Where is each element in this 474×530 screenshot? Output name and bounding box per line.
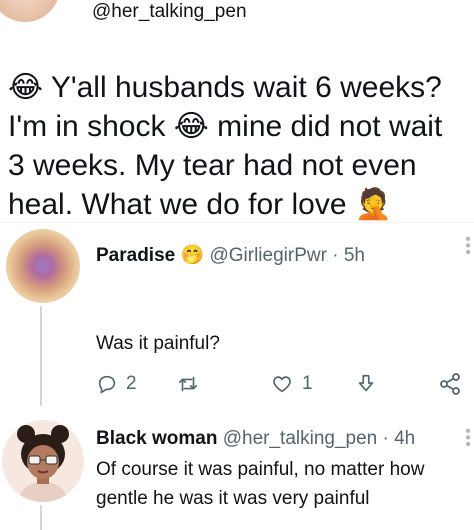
like-button[interactable]: 1 <box>270 368 313 400</box>
tweet-text: 😂 Y'all husbands wait 6 weeks? I'm in sh… <box>8 68 468 224</box>
reply-text: Of course it was painful, no matter how … <box>96 459 425 509</box>
tweet-line-3: 3 weeks. My tear had not even <box>8 149 417 182</box>
author-name[interactable]: Paradise <box>96 245 175 266</box>
author-handle-time[interactable]: @her_talking_pen · 4h <box>223 428 416 449</box>
reply-icon <box>98 375 116 394</box>
laughing-emoji-icon: 😂 <box>173 110 209 143</box>
avatar[interactable] <box>2 420 84 502</box>
share-button[interactable] <box>438 368 462 400</box>
thread-line <box>40 505 42 530</box>
top-handle[interactable]: @her_talking_pen <box>92 1 247 23</box>
tweet-line-4: heal. What we do for love 🤦 <box>8 185 468 224</box>
facepalm-emoji-icon: 🤦 <box>354 188 393 221</box>
reply-header: Paradise 🤭 @GirliegirPwr · 5h <box>96 243 365 267</box>
share-icon <box>440 373 460 395</box>
tweet-line-4-text: heal. What we do for love <box>8 188 355 221</box>
tweet-line-1: 😂 Y'all husbands wait 6 weeks? <box>8 68 468 107</box>
reply-header: Black woman @her_talking_pen · 4h <box>96 428 415 450</box>
thread-line <box>40 306 42 406</box>
bookmark-button[interactable] <box>355 368 377 400</box>
reply-button[interactable]: 2 <box>96 368 137 400</box>
top-avatar[interactable] <box>0 0 60 22</box>
tweet-line-1-text: Y'all husbands wait 6 weeks? <box>50 71 442 104</box>
retweet-icon <box>178 376 198 392</box>
cartoon-avatar-icon <box>2 420 84 502</box>
retweet-button[interactable] <box>176 368 200 400</box>
divider <box>0 222 474 223</box>
reply-text: Was it painful? <box>96 333 220 354</box>
tweet-line-2: I'm in shock 😂 mine did not wait <box>8 107 468 146</box>
laughing-emoji-icon: 😂 <box>8 71 44 104</box>
more-icon[interactable]: ••• <box>459 236 474 256</box>
bookmark-icon <box>358 374 374 392</box>
reply-count: 2 <box>126 373 137 394</box>
tweet-line-2-b: mine did not wait <box>208 110 443 143</box>
author-handle-time[interactable]: @GirliegirPwr · 5h <box>209 245 364 266</box>
more-icon[interactable]: ••• <box>459 428 474 448</box>
author-name[interactable]: Black woman <box>96 428 217 449</box>
hand-over-mouth-emoji-icon: 🤭 <box>180 245 205 266</box>
tweet-line-2-a: I'm in shock <box>8 110 174 143</box>
avatar[interactable] <box>6 229 80 303</box>
heart-icon <box>273 376 291 393</box>
like-count: 1 <box>302 373 313 394</box>
